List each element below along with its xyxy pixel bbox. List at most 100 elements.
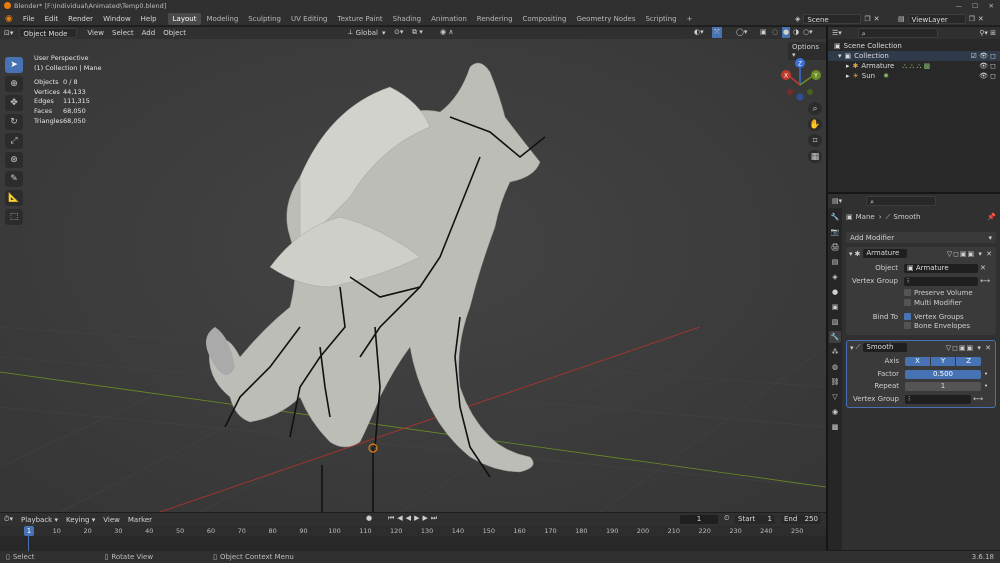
filter-icon[interactable]: ⚲▾ ⊞ xyxy=(979,29,1000,37)
annotate-tool-icon[interactable]: ✎ xyxy=(5,171,23,187)
viewport-menu-view[interactable]: View xyxy=(83,27,108,39)
delete-scene-icon[interactable]: ✕ xyxy=(874,15,880,23)
vertex-group-field[interactable]: ⁝ xyxy=(904,276,978,286)
chevron-down-icon[interactable]: ▾ xyxy=(849,250,853,258)
object-field[interactable]: ▣ Armature xyxy=(904,263,978,273)
camera-view-icon[interactable]: ⌗ xyxy=(808,134,822,147)
gizmo-toggle-icon[interactable]: ⤧ xyxy=(712,27,722,38)
playhead[interactable]: 1 xyxy=(24,526,34,536)
row-visibility-icons[interactable]: ☑ 👁 ◻ xyxy=(971,51,1000,61)
minimize-icon[interactable]: — xyxy=(956,0,963,12)
shading-material-icon[interactable]: ◑ xyxy=(793,28,799,36)
pan-icon[interactable]: ✋ xyxy=(808,118,822,131)
timeline-menu-playback[interactable]: Playback ▾ xyxy=(17,514,62,526)
delete-view-layer-icon[interactable]: ✕ xyxy=(978,15,984,23)
tab-uv-editing[interactable]: UV Editing xyxy=(286,13,333,25)
timeline-menu-marker[interactable]: Marker xyxy=(124,514,156,526)
tab-texture-paint[interactable]: Texture Paint xyxy=(333,13,388,25)
axis-x-toggle[interactable]: X xyxy=(905,356,930,366)
modifier-toggle-icons[interactable]: ▽◻▣▣ ▾ ✕ xyxy=(946,344,992,352)
blender-menu-icon[interactable]: ◉ xyxy=(0,14,18,24)
viewport-menu-add[interactable]: Add xyxy=(138,27,160,39)
view-layer-tab-icon[interactable]: ▤ xyxy=(829,256,841,268)
shading-rendered-icon[interactable]: ○▾ xyxy=(803,28,813,36)
close-icon[interactable]: ✕ xyxy=(989,0,994,12)
measure-tool-icon[interactable]: 📐 xyxy=(5,190,23,206)
outliner-editor-icon[interactable]: ☰▾ xyxy=(828,29,846,37)
repeat-field[interactable]: 1 xyxy=(905,381,981,391)
menu-file[interactable]: File xyxy=(18,12,40,26)
keyframe-dot-icon[interactable]: • xyxy=(984,382,988,390)
mode-selector[interactable]: Object Mode xyxy=(19,28,78,38)
view-layer-field[interactable]: ViewLayer xyxy=(907,14,966,24)
scene-tab-icon[interactable]: ◈ xyxy=(829,271,841,283)
maximize-icon[interactable]: ☐ xyxy=(972,0,978,12)
tab-rendering[interactable]: Rendering xyxy=(472,13,518,25)
invert-icon[interactable]: ⟷ xyxy=(973,395,983,403)
chevron-down-icon[interactable]: ▾ xyxy=(850,344,854,352)
transform-tool-icon[interactable]: ⊛ xyxy=(5,152,23,168)
modifier-tab-icon[interactable]: 🔧 xyxy=(829,331,841,343)
properties-editor-icon[interactable]: ▤▾ xyxy=(828,197,846,205)
view-layer-selector[interactable]: ▤ ViewLayer ❐ ✕ xyxy=(898,14,984,24)
tab-layout[interactable]: Layout xyxy=(167,13,202,25)
multi-modifier-row[interactable]: Multi Modifier xyxy=(904,299,996,309)
visibility-icon[interactable]: ◐▾ xyxy=(694,28,704,36)
constraints-tab-icon[interactable]: ⛓ xyxy=(829,376,841,388)
outliner-row-collection[interactable]: ▾ ▣ Collection ☑ 👁 ◻ xyxy=(828,51,1000,61)
timeline-menu-keying[interactable]: Keying ▾ xyxy=(62,514,99,526)
outliner-row-sun[interactable]: ▸ ☀ Sun ✹ 👁 ◻ xyxy=(828,71,1000,81)
clear-icon[interactable]: ✕ xyxy=(980,264,986,272)
data-tab-icon[interactable]: ▽ xyxy=(829,391,841,403)
factor-slider[interactable]: 0.500 xyxy=(905,369,981,379)
vertex-groups-checkbox[interactable] xyxy=(904,313,911,320)
timeline-editor-icon[interactable]: ⏱▾ xyxy=(0,515,17,524)
menu-edit[interactable]: Edit xyxy=(40,12,64,26)
preview-range-icon[interactable]: ⏲ xyxy=(724,514,729,523)
particles-tab-icon[interactable]: ⁂ xyxy=(829,346,841,358)
keyframe-dot-icon[interactable]: • xyxy=(984,370,988,378)
select-tool-icon[interactable]: ➤ xyxy=(5,57,23,73)
timeline-menu-view[interactable]: View xyxy=(99,514,124,526)
smooth-modifier-name[interactable]: Smooth xyxy=(863,343,908,352)
current-frame-field[interactable]: 1 xyxy=(680,515,718,524)
axis-z-toggle[interactable]: Z xyxy=(956,356,982,366)
bone-envelopes-row[interactable]: Bone Envelopes xyxy=(904,322,996,332)
outliner-search-input[interactable]: ⌕ xyxy=(857,28,938,38)
preserve-volume-checkbox[interactable] xyxy=(904,289,911,296)
viewport-menu-select[interactable]: Select xyxy=(108,27,138,39)
output-tab-icon[interactable]: 🖨 xyxy=(829,241,841,253)
tab-animation[interactable]: Animation xyxy=(426,13,472,25)
axis-y-toggle[interactable]: Y xyxy=(930,356,956,366)
object-tab-icon[interactable]: ▧ xyxy=(829,316,841,328)
texture-tab-icon[interactable]: ▩ xyxy=(829,421,841,433)
navigation-gizmo[interactable]: Z Y X xyxy=(778,57,824,103)
playback-controls[interactable]: ⏮◀◀▶▶⏭ xyxy=(388,514,440,523)
tab-geometry-nodes[interactable]: Geometry Nodes xyxy=(571,13,640,25)
xray-icon[interactable]: ▣ xyxy=(760,28,767,36)
move-tool-icon[interactable]: ✥ xyxy=(5,95,23,111)
menu-render[interactable]: Render xyxy=(63,12,98,26)
editor-type-icon[interactable]: ⊡▾ xyxy=(0,27,17,39)
bone-envelopes-checkbox[interactable] xyxy=(904,322,911,329)
transform-orientation[interactable]: ⟂ Global ▾ xyxy=(348,28,386,37)
proportional-edit-icon[interactable]: ◉ ∧ xyxy=(440,28,453,36)
tab-scripting[interactable]: Scripting xyxy=(640,13,681,25)
multi-modifier-checkbox[interactable] xyxy=(904,299,911,306)
row-visibility-icons[interactable]: 👁 ◻ xyxy=(979,61,1000,71)
tab-shading[interactable]: Shading xyxy=(388,13,426,25)
viewport-menu-object[interactable]: Object xyxy=(159,27,190,39)
tab-sculpting[interactable]: Sculpting xyxy=(243,13,286,25)
3d-viewport[interactable]: ⊡▾ Object Mode View Select Add Object ⟂ … xyxy=(0,27,826,512)
start-frame-field[interactable]: Start 1 xyxy=(735,515,775,524)
scale-tool-icon[interactable]: ⤢ xyxy=(5,133,23,149)
new-scene-icon[interactable]: ❐ xyxy=(864,15,870,23)
outliner-row-armature[interactable]: ▸ ✱ Armature ⛬ ⛬ ⛬ ▩ 👁 ◻ xyxy=(828,61,1000,71)
scene-selector[interactable]: ◈ Scene ❐ ✕ xyxy=(795,14,880,24)
add-cube-tool-icon[interactable]: ⬚ xyxy=(5,209,23,225)
new-view-layer-icon[interactable]: ❐ xyxy=(969,15,975,23)
row-visibility-icons[interactable]: 👁 ◻ xyxy=(979,71,1000,81)
shading-solid-icon[interactable]: ● xyxy=(782,27,791,38)
zoom-icon[interactable]: ⌕ xyxy=(808,102,822,115)
cursor-tool-icon[interactable]: ⊕ xyxy=(5,76,23,92)
